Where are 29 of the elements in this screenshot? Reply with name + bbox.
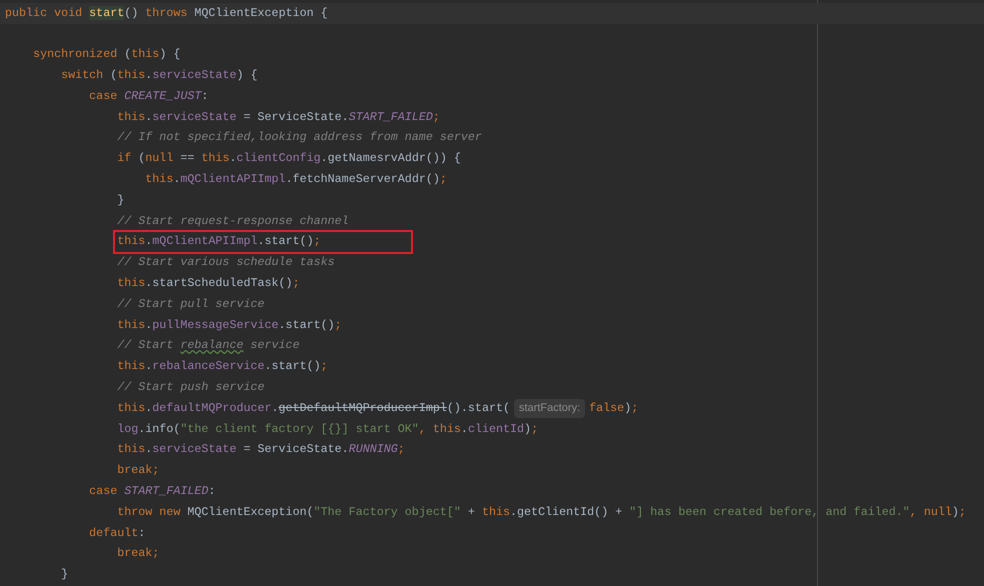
code-line: log.info("the client factory [{}] start OK", this.clientId); bbox=[117, 420, 538, 438]
code-line: public void start() throws MQClientException { bbox=[5, 4, 328, 22]
code-line: if (null == this.clientConfig.getNamesrvAddr()) { bbox=[117, 150, 461, 168]
code-line: this.serviceState = ServiceState.RUNNING; bbox=[117, 441, 405, 458]
code-line: // Start various schedule tasks bbox=[117, 254, 335, 272]
code-line: this.serviceState = ServiceState.START_FAILED; bbox=[117, 108, 440, 126]
code-line: this.mQClientAPIImpl.fetchNameServerAddr(); bbox=[145, 171, 447, 188]
code-line: // Start rebalance service bbox=[117, 337, 300, 354]
code-line: break; bbox=[117, 545, 160, 562]
code-line: switch (this.serviceState) { bbox=[61, 67, 258, 84]
parameter-hint: startFactory: bbox=[514, 399, 586, 418]
code-line: default: bbox=[89, 524, 146, 542]
code-line: case CREATE_JUST: bbox=[89, 88, 208, 105]
code-line: // Start request-response channel bbox=[117, 212, 349, 230]
code-text: false); bbox=[589, 400, 638, 417]
code-text: this.defaultMQProducer.getDefaultMQProducerImpl().start( bbox=[117, 400, 510, 417]
code-line: // Start pull service bbox=[117, 296, 265, 313]
code-line: this.pullMessageService.start(); bbox=[117, 316, 342, 334]
code-line: } bbox=[117, 192, 124, 209]
code-line: this.rebalanceService.start(); bbox=[117, 358, 328, 376]
code-line: synchronized (this) { bbox=[33, 46, 180, 64]
code-line: break; bbox=[117, 462, 160, 480]
code-line: // Start push service bbox=[117, 378, 265, 396]
code-line: // If not specified,looking address from name server bbox=[117, 129, 482, 146]
highlighted-code: this.mQClientAPIImpl.start(); bbox=[113, 230, 413, 254]
code-line: case START_FAILED: bbox=[89, 482, 216, 500]
code-line: this.startScheduledTask(); bbox=[117, 274, 300, 292]
code-line: } bbox=[61, 566, 68, 584]
code-line: throw new MQClientException("The Factory object[" + this.getClientId() + "] has been created before, and failed.", null); bbox=[117, 504, 966, 521]
